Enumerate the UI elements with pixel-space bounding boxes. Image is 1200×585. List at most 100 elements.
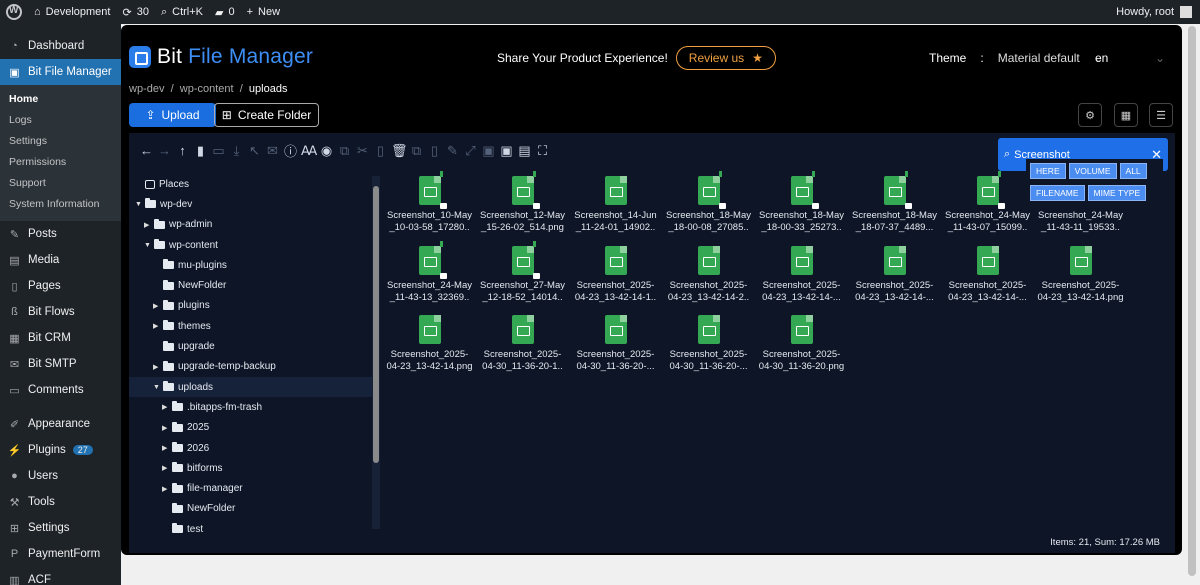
submenu-logs[interactable]: Logs: [0, 110, 121, 131]
copy-icon[interactable]: ⧉: [337, 143, 352, 159]
search-by-mime-type[interactable]: MIME TYPE: [1087, 184, 1147, 201]
file-item[interactable]: Screenshot_24-May _11-43-13_32369..: [383, 241, 476, 314]
tree-node[interactable]: ▶ plugins: [129, 296, 375, 316]
menu-acf[interactable]: ▥ ACF: [0, 567, 121, 585]
file-item[interactable]: Screenshot_27-May _12-18-52_14014..: [476, 241, 569, 314]
tree-node[interactable]: test: [129, 519, 375, 539]
updates-link[interactable]: ⟳ 30: [122, 0, 148, 24]
tree-node[interactable]: ▼ wp-content: [129, 235, 375, 255]
file-item[interactable]: Screenshot_2025- 04-30_11-36-20-...: [662, 315, 755, 383]
command-palette-link[interactable]: ⌕ Ctrl+K: [161, 0, 203, 24]
sort-icon[interactable]: Ꜳ: [301, 143, 317, 159]
menu-bit-crm[interactable]: ▦ Bit CRM: [0, 325, 121, 351]
back-icon[interactable]: ←: [139, 143, 154, 158]
caret-down-icon[interactable]: ▼: [144, 242, 151, 249]
file-item[interactable]: Screenshot_2025- 04-23_13-42-14.png: [383, 315, 476, 383]
menu-plugins[interactable]: ⚡ Plugins 27: [0, 437, 121, 463]
tree-node[interactable]: ▼ uploads: [129, 376, 375, 398]
file-item[interactable]: Screenshot_2025- 04-23_13-42-14-...: [848, 246, 941, 314]
file-item[interactable]: Screenshot_2025- 04-23_13-42-14.png: [1034, 246, 1127, 314]
caret-right-icon[interactable]: ▶: [162, 464, 168, 472]
file-item[interactable]: Screenshot_12-May _15-26-02_514.png: [476, 171, 569, 244]
submenu-settings[interactable]: Settings: [0, 131, 121, 152]
new-file-icon[interactable]: ▮: [193, 143, 208, 159]
page-scrollbar[interactable]: [1186, 24, 1200, 585]
menu-dashboard[interactable]: ◔ Dashboard: [0, 33, 121, 59]
submenu-permissions[interactable]: Permissions: [0, 152, 121, 173]
tree-node[interactable]: ▼ wp-dev: [129, 194, 375, 214]
file-item[interactable]: Screenshot_18-May _18-07-37_4489...: [848, 171, 941, 244]
file-item[interactable]: Screenshot_2025- 04-23_13-42-14-2..: [662, 246, 755, 314]
caret-right-icon[interactable]: ▶: [162, 403, 168, 411]
caret-right-icon[interactable]: ▶: [153, 302, 159, 310]
upload-button[interactable]: ⇪ Upload: [129, 103, 216, 127]
tree-node[interactable]: ▶ .bitapps-fm-trash: [129, 397, 375, 417]
tree-node[interactable]: ▶ file-manager: [129, 478, 375, 498]
caret-right-icon[interactable]: ▶: [162, 485, 168, 493]
file-item[interactable]: Screenshot_2025- 04-30_11-36-20-...: [569, 315, 662, 383]
submenu-home[interactable]: Home: [0, 89, 121, 110]
theme-selector[interactable]: Theme : Material default ⌄: [929, 51, 1104, 65]
file-item[interactable]: Screenshot_24-May _11-43-07_15099..: [941, 171, 1034, 244]
tree-node[interactable]: Places: [129, 174, 375, 194]
caret-down-icon[interactable]: ▼: [135, 201, 142, 208]
file-item[interactable]: Screenshot_2025- 04-23_13-42-14-1..: [569, 246, 662, 314]
tree-node[interactable]: NewFolder: [129, 499, 375, 519]
trash-icon[interactable]: 🗑: [391, 143, 408, 159]
duplicate-icon[interactable]: ⧉: [409, 143, 424, 159]
select-icon[interactable]: ↖: [247, 143, 262, 159]
paste-icon[interactable]: ▯: [373, 143, 388, 159]
submenu-system-information[interactable]: System Information: [0, 194, 121, 215]
tree-node[interactable]: NewFolder: [129, 275, 375, 295]
extract-alt-icon[interactable]: ▤: [517, 143, 532, 159]
menu-bit-smtp[interactable]: ✉ Bit SMTP: [0, 351, 121, 377]
tree-node[interactable]: ▶ upgrade-temp-backup: [129, 357, 375, 377]
tree-node[interactable]: ▶ wp-admin: [129, 215, 375, 235]
language-selector[interactable]: en ⌄: [1095, 51, 1165, 65]
email-icon[interactable]: ✉: [265, 143, 280, 159]
caret-right-icon[interactable]: ▶: [162, 424, 168, 432]
account-menu[interactable]: Howdy, root: [1116, 6, 1192, 18]
tree-node[interactable]: upgrade: [129, 336, 375, 356]
submenu-support[interactable]: Support: [0, 173, 121, 194]
tree-scrollbar-thumb[interactable]: [373, 186, 379, 463]
up-icon[interactable]: ↑: [175, 143, 190, 158]
menu-posts[interactable]: ✎ Posts: [0, 221, 121, 247]
tree-node[interactable]: ▶ 2026: [129, 438, 375, 458]
menu-bit-flows[interactable]: ß Bit Flows: [0, 299, 121, 325]
menu-paymentform[interactable]: P PaymentForm: [0, 541, 121, 567]
file-item[interactable]: Screenshot_14-Jun _11-24-01_14902..: [569, 176, 662, 244]
caret-right-icon[interactable]: ▶: [153, 322, 159, 330]
forward-icon[interactable]: →: [157, 143, 172, 158]
search-scope-here[interactable]: HERE: [1030, 163, 1066, 179]
edit-icon[interactable]: ✎: [445, 143, 460, 159]
list-view-button[interactable]: ☰: [1149, 103, 1173, 127]
file-item[interactable]: Screenshot_18-May _18-00-08_27085..: [662, 171, 755, 244]
breadcrumb-uploads[interactable]: uploads: [249, 83, 288, 95]
menu-comments[interactable]: ▭ Comments: [0, 377, 121, 403]
site-link[interactable]: ⌂ Development: [34, 0, 110, 24]
search-scope-all[interactable]: ALL: [1119, 163, 1147, 179]
page-scrollbar-thumb[interactable]: [1188, 26, 1196, 576]
search-scope-volume[interactable]: VOLUME: [1068, 163, 1117, 179]
archive-icon[interactable]: ▣: [481, 143, 496, 159]
menu-settings[interactable]: ⊞ Settings: [0, 515, 121, 541]
review-us-button[interactable]: Review us ★: [675, 46, 776, 70]
preview-icon[interactable]: ◉: [319, 143, 334, 159]
comments-link[interactable]: ▰ 0: [215, 0, 235, 24]
caret-right-icon[interactable]: ▶: [162, 444, 168, 452]
tree-node[interactable]: ▶ themes: [129, 316, 375, 336]
caret-right-icon[interactable]: ▶: [144, 221, 150, 229]
new-content-link[interactable]: + New: [247, 0, 280, 24]
menu-tools[interactable]: ⚒ Tools: [0, 489, 121, 515]
breadcrumb-wp-dev[interactable]: wp-dev: [129, 83, 164, 95]
tree-node[interactable]: ▶ bitforms: [129, 458, 375, 478]
grid-view-button[interactable]: ▦: [1114, 103, 1138, 127]
fullscreen-icon[interactable]: ⛶: [535, 143, 550, 159]
file-item[interactable]: Screenshot_10-May _10-03-58_17280..: [383, 171, 476, 244]
wordpress-logo-icon[interactable]: [6, 4, 22, 20]
extract-icon[interactable]: ▣: [499, 143, 514, 159]
caret-down-icon[interactable]: ▼: [153, 384, 160, 391]
file-item[interactable]: Screenshot_18-May _18-00-33_25273..: [755, 171, 848, 244]
menu-pages[interactable]: ▯ Pages: [0, 273, 121, 299]
